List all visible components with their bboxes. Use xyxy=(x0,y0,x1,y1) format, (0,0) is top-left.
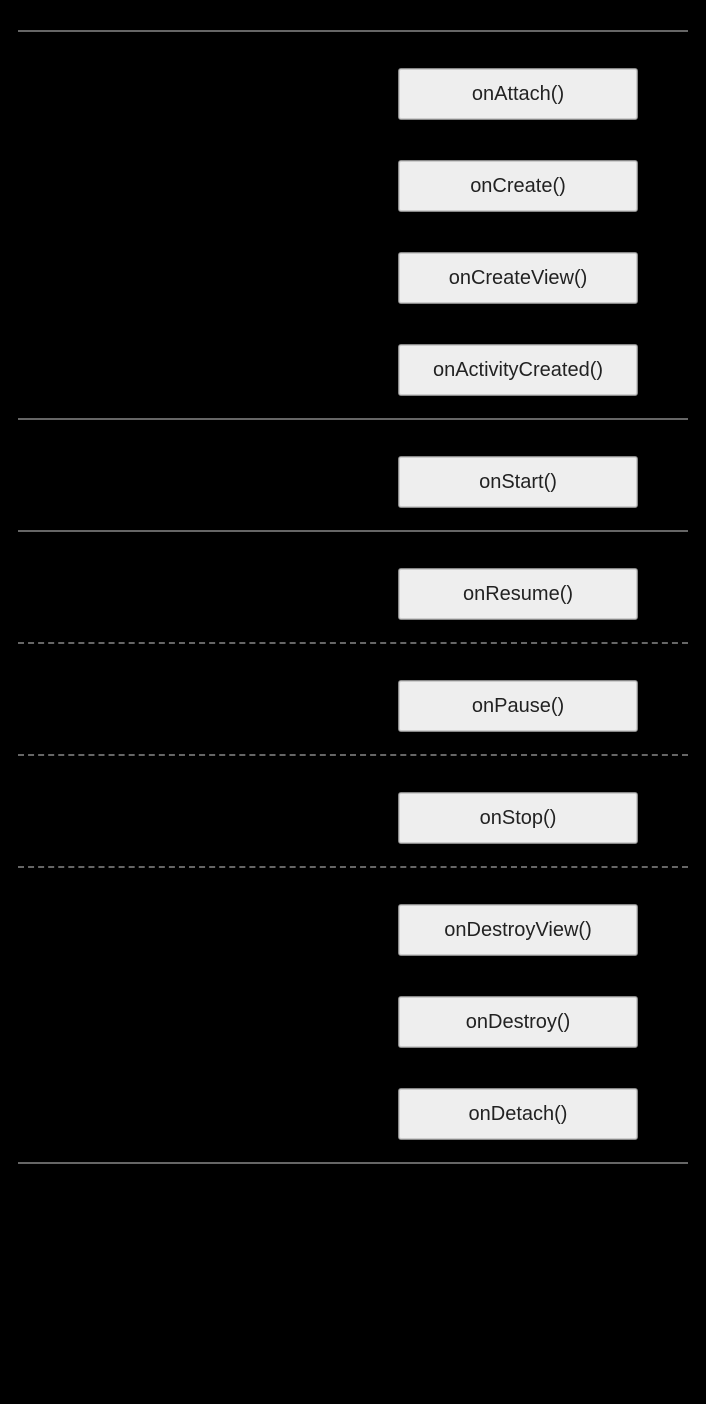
section-destroyed: onDestroyView() onDestroy() onDetach() xyxy=(0,868,706,1162)
lifecycle-box-oncreateview: onCreateView() xyxy=(398,252,638,304)
lifecycle-box-onpause: onPause() xyxy=(398,680,638,732)
fragment-lifecycle-diagram: onAttach() onCreate() onCreateView() onA… xyxy=(0,0,706,1184)
lifecycle-box-onresume: onResume() xyxy=(398,568,638,620)
lifecycle-box-ondetach: onDetach() xyxy=(398,1088,638,1140)
section-started: onStart() xyxy=(0,420,706,530)
section-created: onAttach() onCreate() onCreateView() onA… xyxy=(0,32,706,418)
lifecycle-box-ondestroy: onDestroy() xyxy=(398,996,638,1048)
lifecycle-box-onstart: onStart() xyxy=(398,456,638,508)
lifecycle-box-onactivitycreated: onActivityCreated() xyxy=(398,344,638,396)
section-resumed: onResume() xyxy=(0,532,706,642)
lifecycle-box-onstop: onStop() xyxy=(398,792,638,844)
section-paused: onPause() xyxy=(0,644,706,754)
lifecycle-box-ondestroyview: onDestroyView() xyxy=(398,904,638,956)
section-divider xyxy=(18,1162,688,1164)
lifecycle-box-oncreate: onCreate() xyxy=(398,160,638,212)
lifecycle-box-onattach: onAttach() xyxy=(398,68,638,120)
section-stopped: onStop() xyxy=(0,756,706,866)
